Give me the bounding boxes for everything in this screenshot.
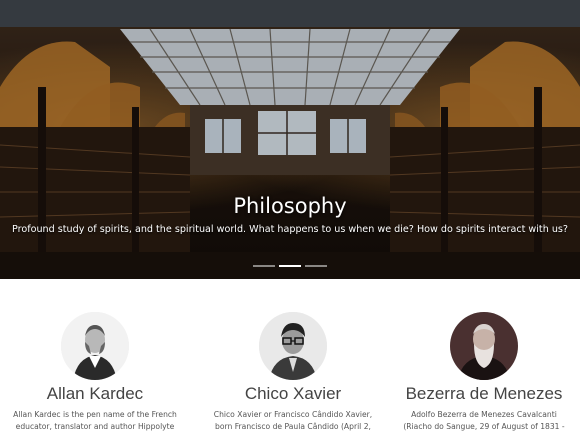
person-name: Chico Xavier xyxy=(244,384,342,403)
person-card: Chico Xavier Chico Xavier or Francisco C… xyxy=(203,309,383,433)
person-description: Adolfo Bezerra de Menezes Cavalcanti (Ri… xyxy=(403,410,565,431)
carousel-indicator-active[interactable] xyxy=(279,265,301,267)
top-navbar xyxy=(0,0,580,27)
person-name: Bezerra de Menezes xyxy=(405,384,563,403)
people-section: Allan Kardec Allan Kardec is the pen nam… xyxy=(0,279,580,432)
carousel-indicators xyxy=(0,265,580,267)
person-description: Allan Kardec is the pen name of the Fren… xyxy=(13,410,177,431)
person-card: Bezerra de Menezes Adolfo Bezerra de Men… xyxy=(394,309,574,433)
carousel-indicator[interactable] xyxy=(305,265,327,267)
library-hall-image xyxy=(0,27,580,279)
person-card: Allan Kardec Allan Kardec is the pen nam… xyxy=(5,309,185,433)
avatar xyxy=(61,312,129,380)
person-name: Allan Kardec xyxy=(46,384,144,403)
hero-carousel[interactable]: Philosophy Profound study of spirits, an… xyxy=(0,27,580,279)
hero-subtitle: Profound study of spirits, and the spiri… xyxy=(12,224,568,235)
carousel-indicator[interactable] xyxy=(253,265,275,267)
person-description: Chico Xavier or Francisco Cândido Xavier… xyxy=(213,410,373,431)
avatar xyxy=(450,312,518,380)
hero-title: Philosophy xyxy=(233,194,347,218)
avatar xyxy=(259,312,327,380)
